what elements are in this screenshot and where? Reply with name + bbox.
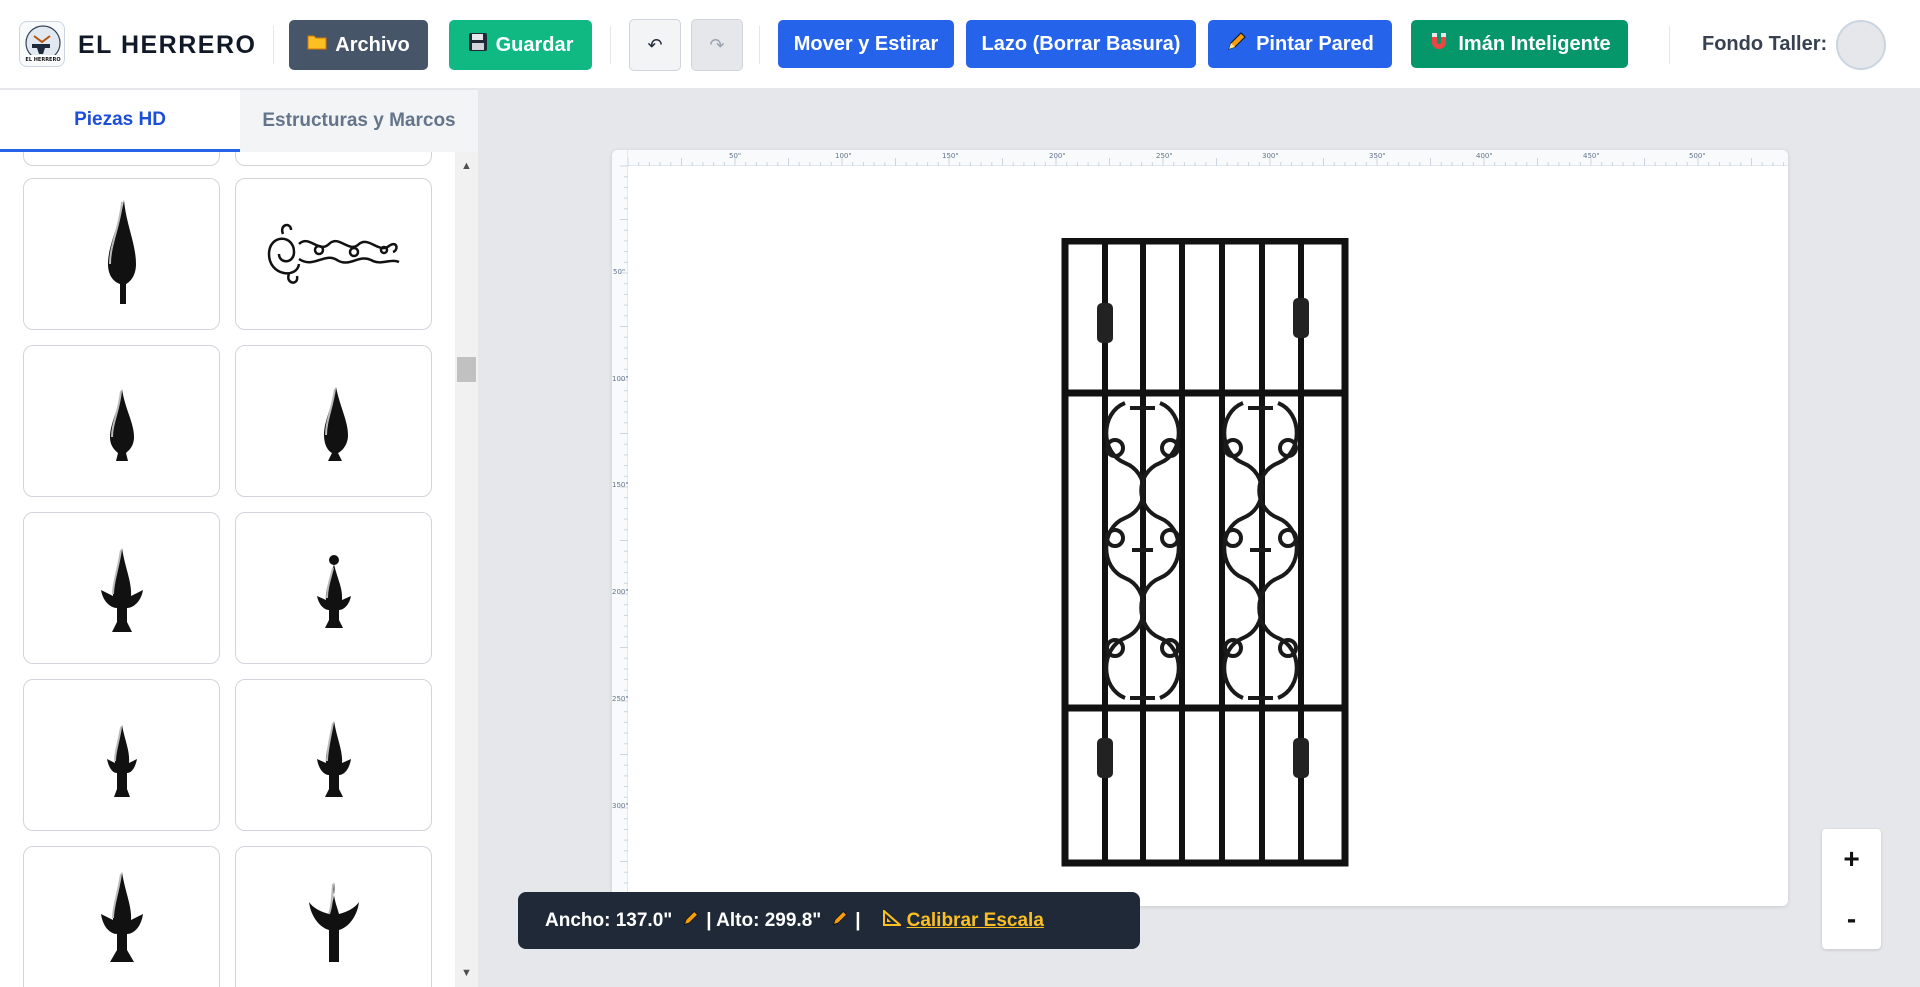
- top-toolbar: EL HERRERO EL HERRERO Archivo Guardar ↶ …: [0, 0, 1920, 89]
- ruler-ticks: [627, 158, 1785, 166]
- redo-icon: ↷: [709, 34, 725, 55]
- design-canvas[interactable]: 50" 100" 150" 200" 250" 300" 350" 400" 4…: [612, 150, 1788, 906]
- spear-point-icon: [109, 389, 134, 461]
- spear-point-icon: [323, 387, 348, 461]
- ruler-label: 50": [613, 268, 626, 276]
- pieces-grid: [0, 152, 455, 987]
- tool-paint-wall-label: Pintar Pared: [1256, 32, 1374, 55]
- piece-card-fleur-spear-ball[interactable]: [235, 512, 432, 664]
- divider: [759, 26, 760, 64]
- scrollbar-thumb[interactable]: [457, 357, 476, 382]
- archivo-button[interactable]: Archivo: [289, 20, 428, 70]
- ruler-label: 100": [835, 152, 852, 160]
- measure-separator: |: [855, 909, 861, 931]
- edit-width-pencil-icon[interactable]: [682, 909, 700, 933]
- ruler-top: 50" 100" 150" 200" 250" 300" 350" 400" 4…: [612, 150, 1788, 166]
- ruler-label: 250": [612, 695, 629, 703]
- ruler-label: 100": [612, 375, 629, 383]
- fleur-spear-icon: [100, 872, 143, 962]
- ruler-label: 300": [1262, 152, 1279, 160]
- ruler-label: 300": [612, 802, 629, 810]
- background-label: Fondo Taller:: [1702, 33, 1828, 55]
- piece-card-spear-point-plain-alt[interactable]: [235, 345, 432, 497]
- svg-text:EL HERRERO: EL HERRERO: [25, 57, 60, 63]
- fleur-spear-icon: [316, 721, 351, 797]
- tool-paint-wall-button[interactable]: Pintar Pared: [1208, 20, 1392, 68]
- zoom-out-button[interactable]: -: [1822, 889, 1881, 949]
- scroll-up-arrow-icon[interactable]: ▲: [455, 156, 478, 176]
- ruler-label: 200": [612, 588, 629, 596]
- tool-lasso-label: Lazo (Borrar Basura): [981, 32, 1181, 55]
- piece-card-spear-point-plain[interactable]: [23, 345, 220, 497]
- pieces-sidebar: Piezas HD Estructuras y Marcos ▲ ▼: [0, 90, 478, 987]
- tool-smart-magnet-button[interactable]: Imán Inteligente: [1411, 20, 1628, 68]
- app-logo: EL HERRERO: [19, 21, 65, 67]
- tool-move-stretch-button[interactable]: Mover y Estirar: [778, 20, 954, 68]
- width-readout: Ancho: 137.0": [545, 909, 673, 931]
- fleur-spear-icon: [316, 555, 351, 628]
- floppy-disk-icon: [468, 32, 488, 58]
- sidebar-scrollbar[interactable]: ▲ ▼: [455, 152, 478, 987]
- ruler-label: 500": [1689, 152, 1706, 160]
- piece-card[interactable]: [23, 152, 220, 166]
- height-readout: | Alto: 299.8": [706, 909, 822, 931]
- redo-button[interactable]: ↷: [691, 19, 743, 71]
- guardar-label: Guardar: [495, 33, 574, 56]
- zoom-in-button[interactable]: +: [1822, 829, 1881, 889]
- magnet-icon: [1428, 30, 1450, 58]
- measurement-bar: Ancho: 137.0" | Alto: 299.8" | Calibrar …: [518, 892, 1140, 949]
- undo-button[interactable]: ↶: [629, 19, 681, 71]
- piece-card-fleur-spear-large[interactable]: [23, 846, 220, 987]
- piece-card-scroll-ornament[interactable]: [235, 178, 432, 330]
- scroll-down-arrow-icon[interactable]: ▼: [455, 963, 478, 983]
- ruler-label: 350": [1369, 152, 1386, 160]
- divider: [1669, 26, 1670, 64]
- ruler-label: 450": [1583, 152, 1600, 160]
- piece-card-fleur-spear-curved[interactable]: [235, 846, 432, 987]
- calibrate-scale-link[interactable]: Calibrar Escala: [907, 910, 1044, 932]
- ruler-label: 150": [942, 152, 959, 160]
- tab-piezas-hd[interactable]: Piezas HD: [0, 90, 240, 152]
- iron-gate-design[interactable]: [1060, 238, 1350, 870]
- ruler-label: 50": [729, 152, 742, 160]
- piece-card-spear-point-tall[interactable]: [23, 178, 220, 330]
- ruler-left: 50" 100" 150" 200" 250" 300": [612, 150, 629, 906]
- ruler-label: 400": [1476, 152, 1493, 160]
- ruler-label: 150": [612, 481, 629, 489]
- guardar-button[interactable]: Guardar: [449, 20, 592, 70]
- tab-estructuras-marcos[interactable]: Estructuras y Marcos: [240, 90, 478, 152]
- piece-card-fleur-spear-medium[interactable]: [235, 679, 432, 831]
- ruler-label: 250": [1156, 152, 1173, 160]
- piece-card[interactable]: [235, 152, 432, 166]
- divider: [610, 26, 611, 64]
- piece-card-fleur-spear[interactable]: [23, 512, 220, 664]
- set-square-icon: [882, 908, 903, 932]
- undo-icon: ↶: [647, 34, 663, 55]
- tool-smart-magnet-label: Imán Inteligente: [1458, 32, 1611, 55]
- tool-move-stretch-label: Mover y Estirar: [793, 32, 939, 55]
- fleur-spear-icon: [106, 725, 137, 797]
- divider: [273, 26, 274, 64]
- scroll-ornament-icon: [267, 223, 400, 284]
- fleur-spear-icon: [308, 882, 359, 962]
- pencil-icon: [1226, 30, 1248, 58]
- background-color-picker[interactable]: [1836, 20, 1886, 70]
- folder-icon: [307, 33, 327, 57]
- brand-name: EL HERRERO: [78, 31, 257, 59]
- tool-lasso-button[interactable]: Lazo (Borrar Basura): [966, 20, 1196, 68]
- zoom-controls: + -: [1822, 829, 1881, 949]
- archivo-label: Archivo: [335, 33, 410, 56]
- ruler-label: 200": [1049, 152, 1066, 160]
- ruler-ticks: [620, 165, 628, 905]
- fleur-spear-icon: [100, 548, 143, 632]
- spear-point-icon: [107, 200, 136, 304]
- piece-card-fleur-spear-small[interactable]: [23, 679, 220, 831]
- sidebar-tabs: Piezas HD Estructuras y Marcos: [0, 90, 478, 152]
- edit-height-pencil-icon[interactable]: [831, 909, 849, 933]
